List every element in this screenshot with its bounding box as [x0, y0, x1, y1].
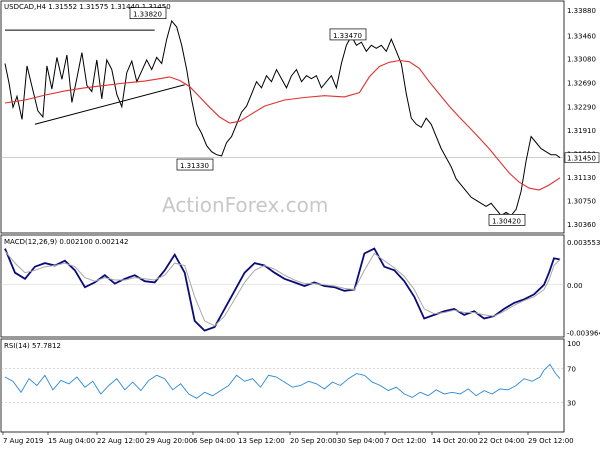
rsi-frame	[0, 338, 565, 433]
channel-bottom-line	[34, 84, 185, 125]
annotation-label: 1.30420	[492, 217, 521, 225]
time-tick-label: 7 Aug 2019	[3, 437, 43, 445]
time-tick-label: 22 Oct 04:00	[479, 437, 525, 445]
annotation-label: 1.33820	[133, 11, 162, 19]
time-axis: 7 Aug 2019 15 Aug 04:00 22 Aug 12:00 29 Aug…	[2, 432, 574, 445]
time-tick-label: 29 Oct 12:00	[528, 437, 574, 445]
annotation-label: 1.33470	[333, 32, 362, 40]
time-tick-label: 29 Aug 20:00	[146, 437, 193, 445]
time-tick-label: 13 Sep 12:00	[238, 437, 285, 445]
price-tick-label: 1.30360	[567, 221, 596, 229]
macd-tick-label: 0.00	[567, 282, 583, 290]
price-tick-label: 1.33460	[567, 33, 596, 41]
macd-tick-label: -0.003964	[567, 330, 600, 338]
price-tick-label: 1.32290	[567, 104, 596, 112]
price-tick-label: 1.33880	[567, 7, 596, 15]
time-tick-label: 14 Oct 20:00	[432, 437, 478, 445]
watermark: ActionForex.com	[162, 193, 328, 217]
annotation-label: 1.31330	[180, 162, 209, 170]
macd-panel: MACD(12,26,9) 0.002100 0.002142 0.003553 0…	[1, 238, 600, 338]
time-tick-label: 20 Sep 20:00	[290, 437, 337, 445]
rsi-panel: RSI(14) 57.7812 100 70 30	[1, 340, 580, 408]
time-tick-label: 30 Sep 04:00	[337, 437, 384, 445]
current-price-label: 1.31450	[567, 155, 596, 163]
time-tick-label: 6 Sep 04:00	[193, 437, 235, 445]
macd-line	[4, 247, 561, 332]
chart-canvas: ActionForex.com USDCAD,H4 1.31552 1.3157…	[0, 0, 600, 445]
signal-line	[4, 250, 561, 327]
price-tick-label: 1.31910	[567, 127, 596, 135]
time-tick-label: 15 Aug 04:00	[48, 437, 95, 445]
price-tick-label: 1.31130	[567, 174, 596, 182]
macd-tick-label: 0.003553	[567, 239, 600, 247]
rsi-tick-label: 70	[567, 366, 576, 374]
macd-label: MACD(12,26,9) 0.002100 0.002142	[4, 238, 128, 246]
rsi-tick-label: 100	[567, 340, 580, 348]
rsi-tick-label: 30	[567, 400, 576, 408]
price-tick-label: 1.30750	[567, 197, 596, 205]
price-line	[4, 19, 561, 217]
price-tick-label: 1.32690	[567, 79, 596, 87]
rsi-line	[4, 363, 561, 399]
rsi-label: RSI(14) 57.7812	[4, 342, 61, 350]
time-tick-label: 7 Oct 12:00	[385, 437, 426, 445]
price-tick-label: 1.33080	[567, 56, 596, 64]
time-tick-label: 22 Aug 12:00	[97, 437, 144, 445]
